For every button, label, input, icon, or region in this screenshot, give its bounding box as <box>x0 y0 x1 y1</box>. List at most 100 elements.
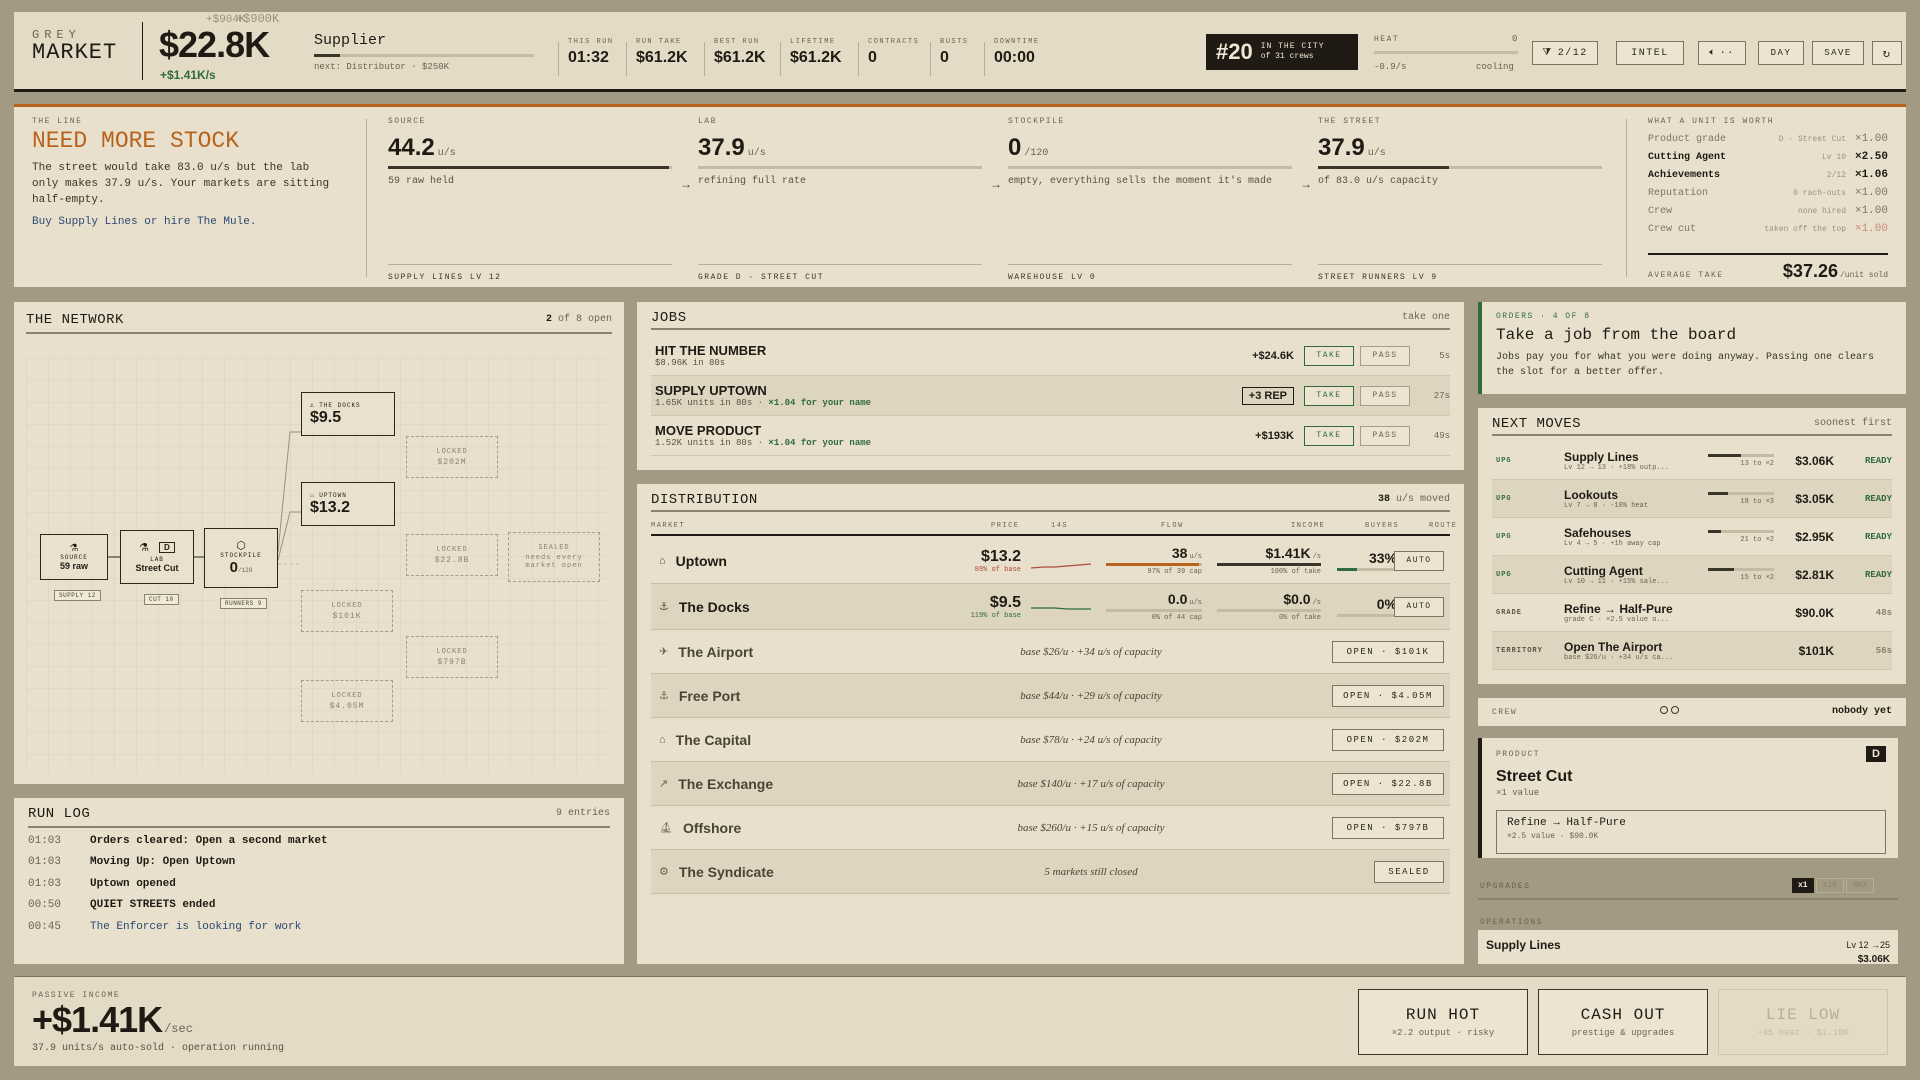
lie-low-sub: -45 heat · $1.10K <box>1757 1028 1849 1038</box>
locked-node-freeport[interactable]: LOCKED $4.05M <box>301 680 393 722</box>
job-timer: 5s <box>1439 350 1450 361</box>
open-market-button[interactable]: OPEN · $22.8B <box>1332 772 1444 795</box>
locked-node-capital[interactable]: LOCKED $202M <box>406 436 498 478</box>
stat-label: LIFETIME <box>790 38 836 46</box>
pass-job-button[interactable]: PASS <box>1360 385 1410 406</box>
next-moves-rule <box>1492 434 1892 436</box>
rank-next: next: Distributor · $250K <box>314 62 450 72</box>
open-market-button[interactable]: OPEN · $101K <box>1332 640 1444 663</box>
market-row-the-docks[interactable]: ⚓︎ The Docks $9.5 119% of base 0.0 u/s 0% of 4… <box>651 584 1450 630</box>
stat-value: 01:32 <box>568 49 609 66</box>
locked-node-airport[interactable]: LOCKED $101K <box>301 590 393 632</box>
locked-node-offshore[interactable]: LOCKED $797B <box>406 636 498 678</box>
next-move-cutting-agent[interactable]: UPG Cutting Agent Lv 10 → 11 · +15% sale..… <box>1492 556 1892 594</box>
network-node-stockpile[interactable]: ⬡ STOCKPILE 0/120 <box>204 528 278 588</box>
the-line-hint-link[interactable]: Buy Supply Lines or hire The Mule. <box>32 216 362 228</box>
market-flow: 38 u/s 97% of 39 cap <box>1106 545 1202 576</box>
rank-title: Supplier <box>314 32 387 49</box>
lie-low-button[interactable]: LIE LOW -45 heat · $1.10K <box>1718 989 1888 1055</box>
market-row-the-exchange: ↗ The Exchange base $140/u · +17 u/s of ca… <box>651 762 1450 806</box>
multiplier-max[interactable]: MAX <box>1846 878 1875 893</box>
crew-panel[interactable]: CREW nobody yet <box>1478 698 1906 726</box>
cash-out-sub: prestige & upgrades <box>1571 1028 1675 1038</box>
move-info: Lookouts Lv 7 → 8 · -10% heat <box>1564 488 1708 510</box>
income-unit: /s <box>1312 553 1321 561</box>
open-market-button[interactable]: OPEN · $797B <box>1332 816 1444 839</box>
stage-source: SOURCE 44.2 u/s 59 raw held SUPPLY LINES Lv … <box>388 117 672 282</box>
log-entry: 00:50 QUIET STREETS ended <box>28 895 610 917</box>
production-dashboard: THE LINE NEED MORE STOCK The street woul… <box>14 104 1906 287</box>
worth-row: Crew none hired ×1.00 <box>1648 202 1888 220</box>
worth-row: Cutting Agent Lv 10 ×2.50 <box>1648 148 1888 166</box>
network-node-uptown[interactable]: ⌂ UPTOWN $13.2 <box>301 482 395 526</box>
refine-option[interactable]: Refine → Half-Pure ×2.5 value · $90.0K <box>1496 810 1886 854</box>
move-price: $101K <box>1798 643 1834 658</box>
route-auto-button[interactable]: AUTO <box>1394 596 1444 617</box>
log-time: 01:03 <box>28 856 62 869</box>
stage-unit: u/s <box>1367 148 1386 159</box>
take-job-button[interactable]: TAKE <box>1304 345 1354 366</box>
intel-button[interactable]: INTEL <box>1616 41 1684 65</box>
next-move-safehouses[interactable]: UPG Safehouses Lv 4 → 5 · +1h away cap 21 t… <box>1492 518 1892 556</box>
move-name: Refine → Half-Pure <box>1564 601 1673 616</box>
distribution-panel: DISTRIBUTION 38 u/s moved MARKET PRICE 14S… <box>637 484 1464 964</box>
next-move-open-the-airport[interactable]: TERRITORY Open The Airport base $26/u · +3… <box>1492 632 1892 670</box>
take-job-button[interactable]: TAKE <box>1304 425 1354 446</box>
stage-foot: GRADE D · STREET CUT <box>698 264 982 282</box>
lock-cost: $202M <box>437 457 467 467</box>
multiplier-x10[interactable]: x10 <box>1815 878 1845 893</box>
pass-job-button[interactable]: PASS <box>1360 425 1410 446</box>
run-hot-button[interactable]: RUN HOT ×2.2 output · risky <box>1358 989 1528 1055</box>
stat-best-run: BEST RUN $61.2K <box>714 38 766 67</box>
stat-label: RUN TAKE <box>636 38 682 46</box>
stage-bar <box>698 166 982 169</box>
next-move-supply-lines[interactable]: UPG Supply Lines Lv 12 → 13 · +18% outp...… <box>1492 442 1892 480</box>
income-unit: /s <box>1312 599 1321 607</box>
speaker-icon: 🔈︎ <box>1709 48 1717 59</box>
day-button[interactable]: DAY <box>1758 41 1804 65</box>
buyers-value: 33% <box>1368 550 1397 566</box>
lock-cost: $22.8B <box>434 555 470 565</box>
next-move-refine-half-pure[interactable]: GRADE Refine → Half-Pure grade C · ×2.5 va… <box>1492 594 1892 632</box>
market-desc: base $26/u · +34 u/s of capacity <box>1020 645 1162 658</box>
move-state: READY <box>1864 569 1892 580</box>
worth-divider <box>1626 119 1627 277</box>
open-market-button[interactable]: OPEN · $4.05M <box>1332 684 1444 707</box>
sound-button[interactable]: 🔈︎ ·· <box>1698 41 1746 65</box>
crew-slots <box>1660 706 1679 714</box>
network-node-docks[interactable]: ⚓︎ THE DOCKS $9.5 <box>301 392 395 436</box>
column-header: 14S <box>1051 522 1069 530</box>
save-button[interactable]: SAVE <box>1812 41 1864 65</box>
log-link[interactable]: The Enforcer is looking for work <box>90 921 301 933</box>
flow-bar <box>1106 609 1202 612</box>
filter-button[interactable]: ⧩ 2/12 <box>1532 41 1598 65</box>
cash-rate: +$1.41K/s <box>160 68 216 82</box>
market-name: The Syndicate <box>678 863 774 880</box>
worth-mult: ×1.00 <box>1854 133 1888 145</box>
network-node-lab[interactable]: ⚗︎ D LAB Street Cut <box>120 530 194 584</box>
open-market-button[interactable]: OPEN · $202M <box>1332 728 1444 751</box>
operation-row-supply-lines[interactable]: Supply Lines Lv 12 →25 $3.06K <box>1478 930 1898 965</box>
lie-low-label: LIE LOW <box>1765 1006 1841 1024</box>
move-name: Safehouses <box>1564 525 1632 540</box>
pass-job-button[interactable]: PASS <box>1360 345 1410 366</box>
refresh-button[interactable]: ↻ <box>1872 41 1902 65</box>
route-auto-button[interactable]: AUTO <box>1394 550 1444 571</box>
brand-divider <box>142 22 143 80</box>
locked-node-exchange[interactable]: LOCKED $22.8B <box>406 534 498 576</box>
operation-price: $3.06K <box>1857 954 1890 965</box>
multiplier-x1[interactable]: x1 <box>1792 878 1814 893</box>
market-desc: 5 markets still closed <box>1044 865 1138 878</box>
line-divider <box>366 119 367 277</box>
lock-cost: $797B <box>437 657 467 667</box>
take-job-button[interactable]: TAKE <box>1304 385 1354 406</box>
market-row-uptown[interactable]: ⌂ Uptown $13.2 88% of base 38 u/s 97% of 39 ca… <box>651 538 1450 584</box>
worth-note: none hired <box>1797 206 1846 216</box>
network-node-source[interactable]: ⚗︎ SOURCE 59 raw <box>40 534 108 580</box>
column-header: PRICE <box>991 522 1020 530</box>
cash-out-button[interactable]: CASH OUT prestige & upgrades <box>1538 989 1708 1055</box>
job-timer: 49s <box>1433 430 1450 441</box>
worth-name: Crew <box>1648 205 1673 217</box>
next-move-lookouts[interactable]: UPG Lookouts Lv 7 → 8 · -10% heat 18 to ×3 $… <box>1492 480 1892 518</box>
stat-contracts: CONTRACTS 0 <box>868 38 919 67</box>
